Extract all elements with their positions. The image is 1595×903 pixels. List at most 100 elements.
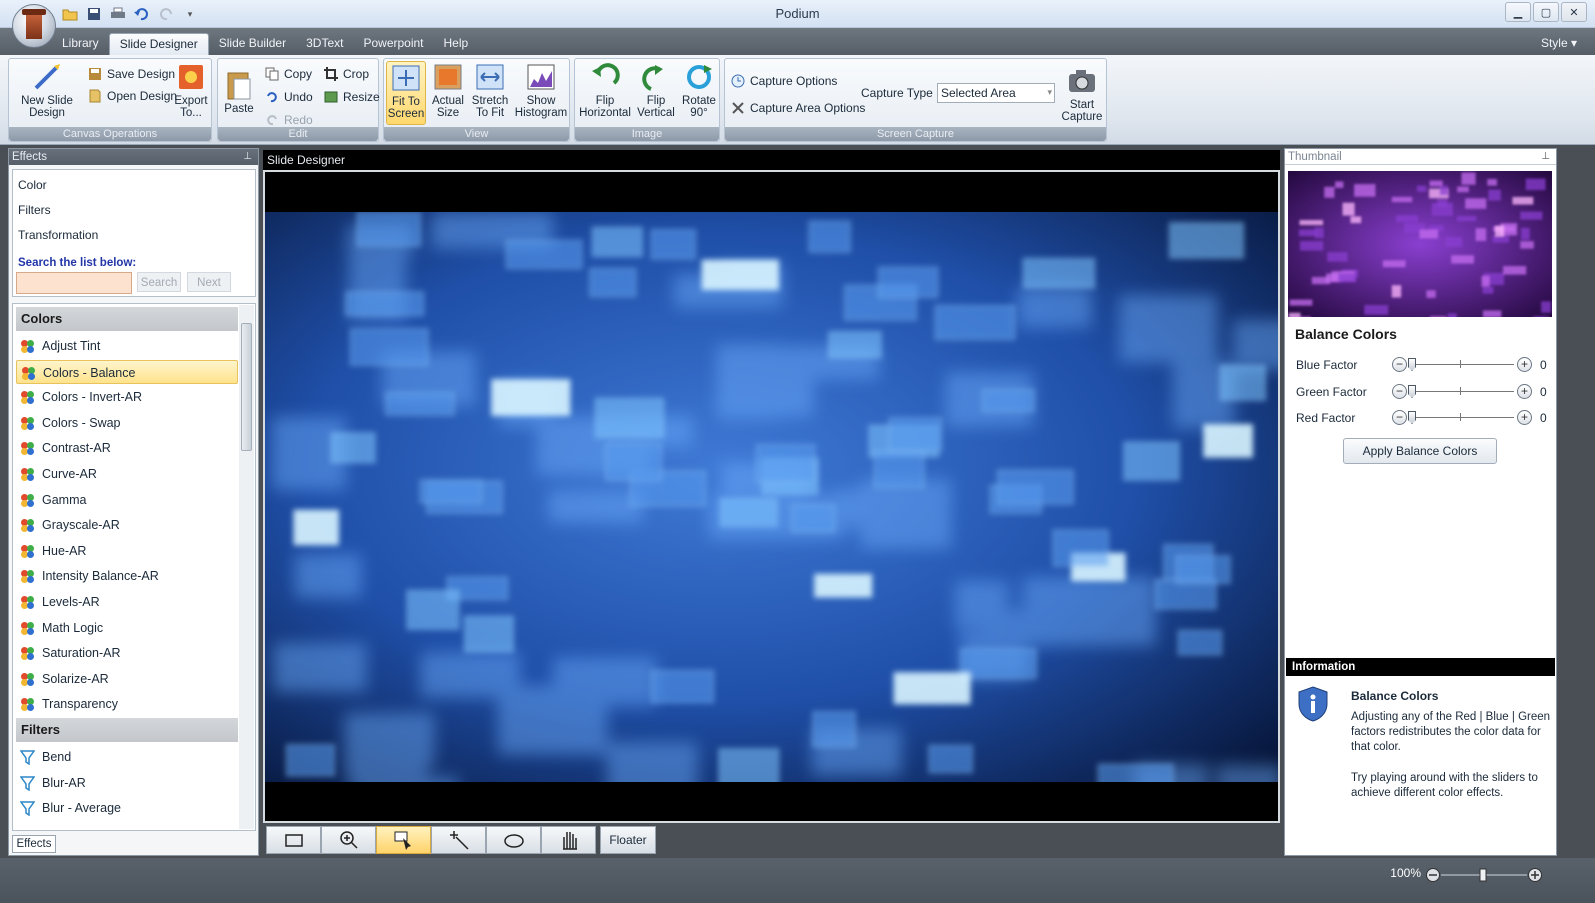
apply-balance-colors-button[interactable]: Apply Balance Colors [1343, 438, 1497, 464]
capture-options-button[interactable]: Capture Options [730, 72, 837, 90]
ellipse-select-tool[interactable] [486, 826, 541, 854]
effect-item[interactable]: Colors - Balance [16, 359, 238, 384]
effect-item[interactable]: Blur-AR [16, 771, 238, 795]
minimize-button[interactable]: ▁ [1505, 2, 1531, 22]
zoom-thumb[interactable] [1479, 868, 1487, 882]
red-factor-track[interactable] [1410, 417, 1514, 418]
floater-button[interactable]: Floater [600, 826, 656, 854]
list-section-header[interactable]: Filters [16, 718, 238, 742]
bokeh-shape [812, 711, 856, 748]
tab-help[interactable]: Help [434, 33, 479, 55]
blue-increase-icon[interactable]: + [1517, 357, 1532, 372]
capture-type-select[interactable]: Selected Area ▾ [937, 83, 1055, 103]
search-button[interactable]: Search [137, 272, 181, 292]
category-transformation[interactable]: Transformation [18, 228, 98, 242]
style-menu[interactable]: Style ▾ [1541, 36, 1577, 50]
rectangle-select-tool[interactable] [266, 826, 321, 854]
bokeh-shape [1520, 241, 1534, 249]
effect-item[interactable]: Levels-AR [16, 590, 238, 614]
bokeh-shape [285, 744, 335, 777]
start-capture-button[interactable]: Start Capture [1059, 65, 1105, 123]
copy-button[interactable]: Copy [264, 65, 312, 83]
bokeh-shape [981, 609, 1034, 647]
pin-icon[interactable]: ⊥ [243, 149, 252, 165]
export-to-button[interactable]: Export To... [171, 61, 211, 119]
app-menu-button[interactable] [12, 4, 56, 48]
category-color[interactable]: Color [18, 178, 47, 192]
effect-item[interactable]: Curve-AR [16, 462, 238, 486]
save-design-button[interactable]: Save Design [87, 65, 175, 83]
tab-slide-designer[interactable]: Slide Designer [108, 33, 209, 55]
blue-factor-track[interactable] [1410, 364, 1514, 365]
effect-item[interactable]: Transparency [16, 692, 238, 716]
green-increase-icon[interactable]: + [1517, 384, 1532, 399]
rotate-90-button[interactable]: Rotate 90° [679, 61, 719, 119]
effect-list-scrollbar[interactable] [239, 305, 254, 829]
tab-powerpoint[interactable]: Powerpoint [353, 33, 433, 55]
flip-horizontal-button[interactable]: Flip Horizontal [577, 61, 633, 119]
capture-area-options-button[interactable]: Capture Area Options [730, 99, 865, 117]
pin-icon[interactable]: ⊥ [1541, 149, 1550, 165]
effect-item[interactable]: Blur - Average [16, 796, 238, 820]
paste-button[interactable]: Paste [220, 69, 258, 115]
red-factor-slider[interactable] [1408, 411, 1416, 424]
blue-factor-slider[interactable] [1408, 358, 1416, 371]
stretch-to-fit-button[interactable]: Stretch To Fit [470, 61, 510, 119]
bokeh-shape [719, 498, 778, 527]
tab-3dtext[interactable]: 3DText [296, 33, 353, 55]
fit-to-screen-button[interactable]: Fit To Screen [386, 61, 426, 125]
close-button[interactable]: ✕ [1561, 2, 1587, 22]
crosshair-tool[interactable] [431, 826, 486, 854]
tab-effects[interactable]: Effects [12, 835, 56, 853]
effect-item[interactable]: Math Logic [16, 616, 238, 640]
scrollbar-thumb[interactable] [241, 323, 252, 451]
maximize-button[interactable]: ▢ [1533, 2, 1559, 22]
effect-item[interactable]: Adjust Tint [16, 334, 238, 358]
search-label: Search the list below: [18, 257, 137, 269]
category-filters[interactable]: Filters [18, 203, 51, 217]
information-header: Information [1286, 658, 1555, 676]
slide-canvas[interactable] [263, 170, 1280, 823]
crop-button[interactable]: Crop [323, 65, 369, 83]
effects-panel-header: Effects ⊥ [9, 149, 258, 165]
new-slide-design-button[interactable]: New Slide Design [11, 61, 83, 119]
list-section-header[interactable]: Colors [16, 307, 238, 331]
resize-button[interactable]: Resize [323, 88, 380, 106]
green-factor-track[interactable] [1410, 391, 1514, 392]
bokeh-shape [1521, 227, 1530, 240]
effect-item[interactable]: Hue-AR [16, 539, 238, 563]
open-design-button[interactable]: Open Design [87, 87, 177, 105]
blue-decrease-icon[interactable]: − [1392, 357, 1407, 372]
effect-item[interactable]: Colors - Invert-AR [16, 385, 238, 409]
effect-item[interactable]: Intensity Balance-AR [16, 564, 238, 588]
effect-item[interactable]: Solarize-AR [16, 667, 238, 691]
actual-size-button[interactable]: Actual Size [430, 61, 466, 119]
effect-item[interactable]: Saturation-AR [16, 641, 238, 665]
zoom-tool[interactable] [321, 826, 376, 854]
tab-slide-builder[interactable]: Slide Builder [209, 33, 296, 55]
green-factor-slider[interactable] [1408, 385, 1416, 398]
undo-button[interactable]: Undo [264, 88, 313, 106]
flip-vertical-button[interactable]: Flip Vertical [635, 61, 677, 119]
bokeh-shape [591, 226, 643, 258]
effect-item-label: Saturation-AR [42, 646, 121, 661]
effect-item[interactable]: Grayscale-AR [16, 513, 238, 537]
move-tool[interactable] [376, 826, 431, 854]
group-edit: Paste Copy Undo Redo Crop Resize Edit [217, 58, 380, 142]
red-increase-icon[interactable]: + [1517, 410, 1532, 425]
effect-item[interactable]: Bend [16, 745, 238, 769]
bokeh-shape [345, 291, 425, 316]
tab-library[interactable]: Library [52, 33, 109, 55]
effect-item[interactable]: Gamma [16, 488, 238, 512]
effect-item[interactable]: Colors - Swap [16, 411, 238, 435]
bokeh-shape [650, 669, 715, 704]
green-decrease-icon[interactable]: − [1392, 384, 1407, 399]
red-decrease-icon[interactable]: − [1392, 410, 1407, 425]
pan-tool[interactable] [541, 826, 596, 854]
effect-item[interactable]: Contrast-AR [16, 436, 238, 460]
show-histogram-button[interactable]: Show Histogram [514, 61, 568, 119]
zoom-icon [339, 831, 358, 849]
search-input[interactable] [16, 272, 132, 294]
next-button[interactable]: Next [187, 272, 231, 292]
zoom-slider[interactable] [1425, 867, 1543, 883]
